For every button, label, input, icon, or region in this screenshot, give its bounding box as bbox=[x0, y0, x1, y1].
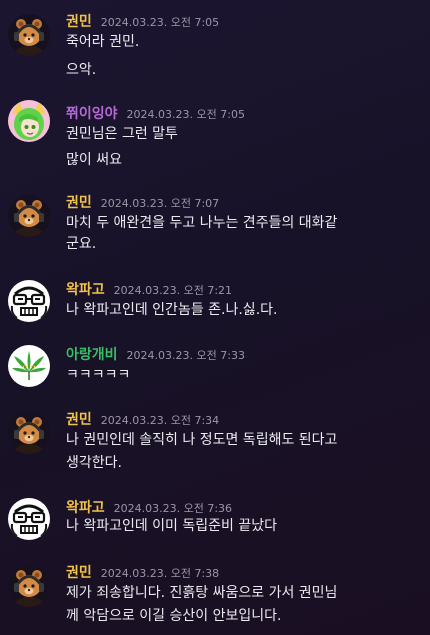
message-header: 아랑개비 2024.03.23. 오전 7:33 bbox=[66, 345, 245, 365]
message-text: 생각한다. bbox=[66, 455, 122, 471]
message-text: 군요. bbox=[66, 236, 97, 252]
bear-headphones-icon[interactable] bbox=[8, 565, 50, 607]
green-hair-girl-icon[interactable] bbox=[8, 100, 50, 142]
message-text: ㅋㅋㅋㅋㅋ bbox=[66, 367, 131, 383]
message-header: 쮜이잉야 2024.03.23. 오전 7:05 bbox=[66, 104, 245, 124]
timestamp: 2024.03.23. 오전 7:36 bbox=[113, 502, 233, 515]
author-name[interactable]: 쮜이잉야 bbox=[66, 106, 118, 122]
bear-headphones-icon[interactable] bbox=[8, 14, 50, 56]
timestamp: 2024.03.23. 오전 7:38 bbox=[100, 567, 220, 580]
author-name[interactable]: 권민 bbox=[66, 565, 92, 581]
message-text: 마치 두 애완견을 두고 나누는 견주들의 대화같 bbox=[66, 215, 338, 231]
author-name[interactable]: 왁파고 bbox=[66, 500, 105, 516]
message-text: 으악. bbox=[66, 62, 97, 78]
author-name[interactable]: 권민 bbox=[66, 14, 92, 30]
author-name[interactable]: 왁파고 bbox=[66, 282, 105, 298]
timestamp: 2024.03.23. 오전 7:33 bbox=[126, 349, 245, 362]
message-header: 권민 2024.03.23. 오전 7:07 bbox=[66, 193, 219, 213]
author-name[interactable]: 권민 bbox=[66, 195, 92, 211]
message-text: 께 악담으로 이길 승산이 안보입니다. bbox=[66, 608, 282, 624]
message-text: 나 권민인데 솔직히 나 정도면 독립해도 된다고 bbox=[66, 432, 338, 448]
message-text: 나 왁파고인데 이미 독립준비 끝났다 bbox=[66, 518, 277, 534]
chat-log: 권민 2024.03.23. 오전 7:05 죽어라 권민. 으악. 쮜이잉야 20… bbox=[0, 0, 430, 635]
timestamp: 2024.03.23. 오전 7:34 bbox=[100, 414, 220, 427]
message-header: 권민 2024.03.23. 오전 7:05 bbox=[66, 12, 219, 32]
timestamp: 2024.03.23. 오전 7:05 bbox=[100, 16, 220, 29]
message-text: 죽어라 권민. bbox=[66, 34, 140, 50]
message-text: 제가 죄송합니다. 진흙탕 싸움으로 가서 권민님 bbox=[66, 585, 338, 601]
message-header: 권민 2024.03.23. 오전 7:34 bbox=[66, 410, 219, 430]
author-name[interactable]: 아랑개비 bbox=[66, 347, 118, 363]
bear-headphones-icon[interactable] bbox=[8, 195, 50, 237]
message-text: 많이 써요 bbox=[66, 152, 122, 168]
message-header: 권민 2024.03.23. 오전 7:38 bbox=[66, 563, 219, 583]
glasses-face-icon[interactable] bbox=[8, 280, 50, 322]
message-text: 권민님은 그런 말투 bbox=[66, 126, 178, 142]
glasses-face-icon[interactable] bbox=[8, 498, 50, 540]
author-name[interactable]: 권민 bbox=[66, 412, 92, 428]
message-header: 왁파고 2024.03.23. 오전 7:36 bbox=[66, 498, 232, 518]
bear-headphones-icon[interactable] bbox=[8, 412, 50, 454]
message-header: 왁파고 2024.03.23. 오전 7:21 bbox=[66, 280, 232, 300]
timestamp: 2024.03.23. 오전 7:21 bbox=[113, 284, 233, 297]
timestamp: 2024.03.23. 오전 7:07 bbox=[100, 197, 220, 210]
message-text: 나 왁파고인데 인간놈들 존.나.싫.다. bbox=[66, 302, 278, 318]
timestamp: 2024.03.23. 오전 7:05 bbox=[126, 108, 245, 121]
leaf-icon[interactable] bbox=[8, 345, 50, 387]
